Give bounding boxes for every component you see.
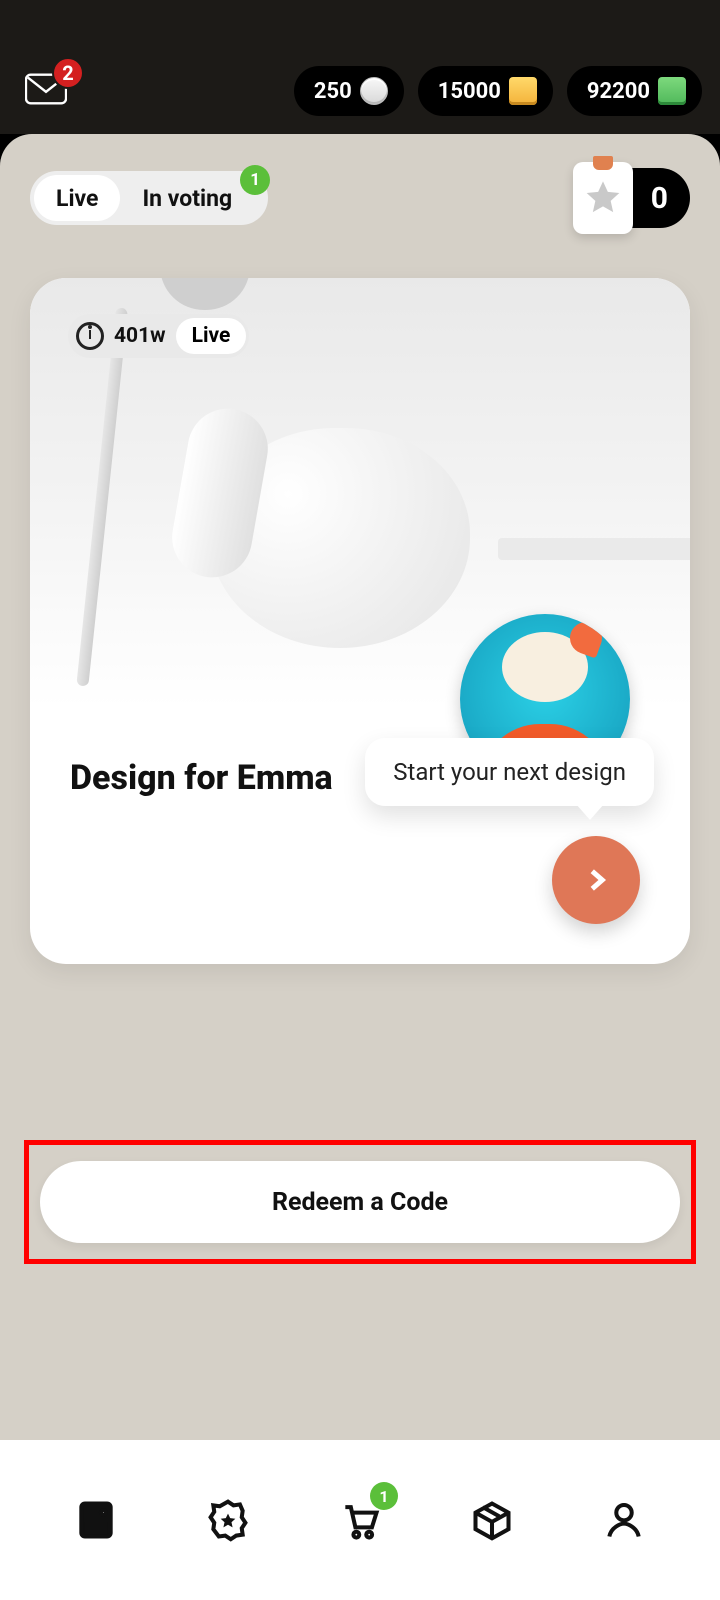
top-bar: 2 250 15000 92200 bbox=[0, 0, 720, 134]
mail-button[interactable]: 2 bbox=[22, 67, 70, 115]
redeem-code-button[interactable]: Redeem a Code bbox=[40, 1161, 680, 1243]
design-card[interactable]: 401w Live Design for Emma Start your nex… bbox=[30, 278, 690, 964]
tab-live[interactable]: Live bbox=[34, 175, 120, 221]
card-status-pill: 401w Live bbox=[68, 314, 249, 358]
currency-bar: 250 15000 92200 bbox=[294, 66, 702, 116]
card-title: Design for Emma bbox=[70, 758, 333, 798]
star-icon bbox=[583, 178, 623, 218]
nav-inventory[interactable] bbox=[462, 1490, 522, 1550]
chevron-right-icon bbox=[581, 865, 611, 895]
currency-coins[interactable]: 250 bbox=[294, 66, 404, 116]
nav-profile[interactable] bbox=[594, 1490, 654, 1550]
star-icon-box bbox=[573, 162, 633, 234]
star-counter[interactable]: 0 bbox=[573, 168, 690, 228]
coin-icon bbox=[360, 77, 388, 105]
mail-badge: 2 bbox=[52, 57, 84, 89]
bottom-nav: 1 bbox=[0, 1440, 720, 1600]
tab-voting-label: In voting bbox=[142, 185, 232, 212]
gold-icon bbox=[509, 77, 537, 105]
currency-gold[interactable]: 15000 bbox=[418, 66, 553, 116]
profile-icon bbox=[602, 1498, 646, 1542]
gold-value: 15000 bbox=[438, 79, 501, 104]
redeem-highlight: Redeem a Code bbox=[24, 1140, 696, 1264]
tab-in-voting[interactable]: In voting 1 bbox=[120, 175, 264, 221]
clock-icon bbox=[76, 322, 104, 350]
currency-cash[interactable]: 92200 bbox=[567, 66, 702, 116]
nav-cart[interactable]: 1 bbox=[330, 1490, 390, 1550]
next-design-button[interactable] bbox=[552, 836, 640, 924]
receipt-icon bbox=[74, 1498, 118, 1542]
card-status: Live bbox=[176, 318, 247, 354]
card-time: 401w bbox=[114, 324, 166, 348]
tab-group: Live In voting 1 bbox=[30, 171, 268, 225]
box-icon bbox=[470, 1498, 514, 1542]
cart-badge: 1 bbox=[370, 1482, 398, 1510]
star-count: 0 bbox=[651, 181, 668, 216]
main-panel: Live In voting 1 0 401w Live bbox=[0, 134, 720, 1440]
nav-favorites[interactable] bbox=[198, 1490, 258, 1550]
nav-home[interactable] bbox=[66, 1490, 126, 1550]
cash-value: 92200 bbox=[587, 79, 650, 104]
star-badge-icon bbox=[206, 1498, 250, 1542]
next-design-tooltip: Start your next design bbox=[365, 738, 654, 806]
tabs-row: Live In voting 1 0 bbox=[30, 168, 690, 228]
voting-badge: 1 bbox=[240, 165, 270, 195]
cash-icon bbox=[658, 77, 686, 105]
coins-value: 250 bbox=[314, 79, 352, 104]
